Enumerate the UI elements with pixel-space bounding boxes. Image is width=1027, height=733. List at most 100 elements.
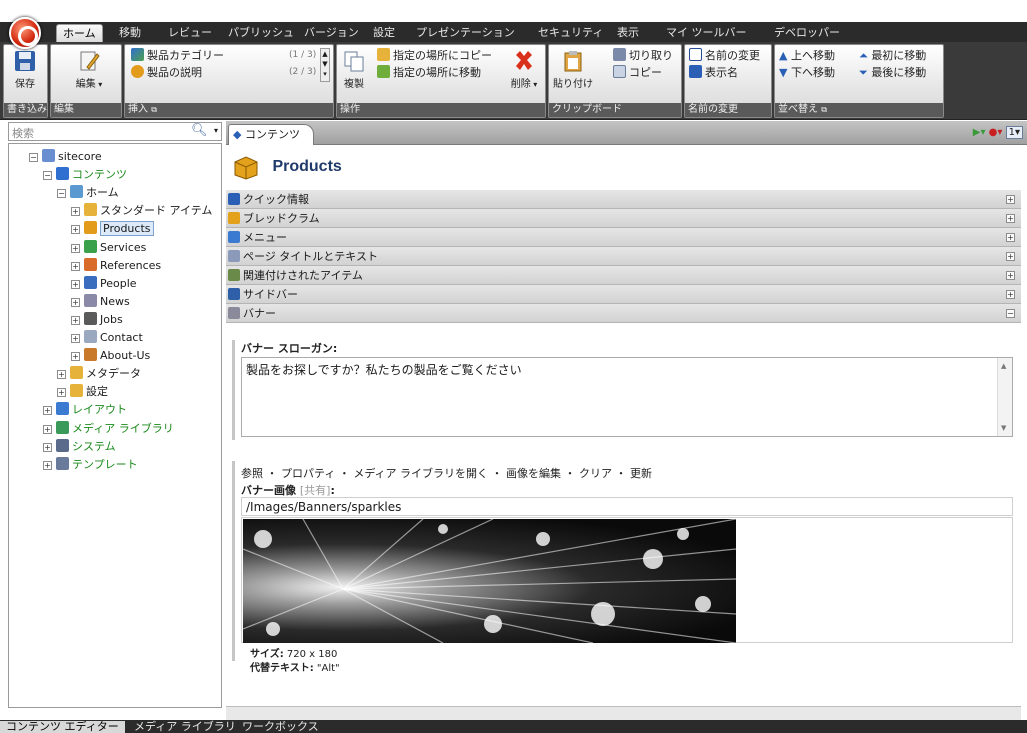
insert-product-category[interactable]: 製品カテゴリー <box>131 48 224 63</box>
tree-node-news[interactable]: + News <box>71 293 130 310</box>
edit-button[interactable]: 編集 ▾ <box>69 49 109 90</box>
tab-view[interactable]: 表示 <box>611 24 645 42</box>
copy-button[interactable]: コピー <box>613 65 662 80</box>
flag-icon[interactable]: ●▾ <box>989 127 1003 138</box>
insert-gallery-scroll[interactable]: ▲ ▼ ▾ <box>320 48 330 82</box>
section-label: バナー <box>243 307 276 320</box>
save-button[interactable]: 保存 <box>5 49 45 90</box>
tree-node-sitecore[interactable]: − sitecore <box>29 148 102 165</box>
tree-node-jobs[interactable]: + Jobs <box>71 311 123 328</box>
tab-navigate[interactable]: 移動 <box>113 24 147 42</box>
expand-icon[interactable]: + <box>1006 214 1015 223</box>
expand-icon[interactable]: + <box>1006 195 1015 204</box>
tree-node-standard-items[interactable]: + スタンダード アイテム <box>71 202 212 219</box>
expand-icon[interactable]: + <box>71 352 80 362</box>
collapse-icon[interactable]: − <box>57 189 66 199</box>
tab-content-editor[interactable]: コンテンツ エディター <box>0 721 125 733</box>
tree-node-layout[interactable]: + レイアウト <box>43 401 127 418</box>
expand-icon[interactable]: + <box>43 424 52 434</box>
section-quick-info[interactable]: クイック情報 + <box>226 190 1021 209</box>
home-icon <box>70 185 83 199</box>
content-horizontal-scrollbar[interactable] <box>226 706 1021 720</box>
expand-icon[interactable]: + <box>71 225 80 235</box>
section-page-title-text[interactable]: ページ タイトルとテキスト + <box>226 247 1021 266</box>
tab-media-library[interactable]: メディア ライブラリ <box>128 721 242 733</box>
tab-content[interactable]: ◆ コンテンツ <box>228 124 314 145</box>
expand-icon[interactable]: + <box>43 460 52 470</box>
section-banner[interactable]: バナー − <box>226 304 1021 323</box>
rename-button[interactable]: 名前の変更 <box>689 48 760 63</box>
expand-icon[interactable]: + <box>71 207 80 217</box>
banner-image-path[interactable]: /Images/Banners/sparkles <box>241 497 1013 516</box>
tree-node-products[interactable]: + Products <box>71 220 154 237</box>
delete-x-icon <box>516 51 532 70</box>
collapse-icon[interactable]: − <box>29 153 38 162</box>
tree-node-about-us[interactable]: + About-Us <box>71 347 150 364</box>
tree-node-people[interactable]: + People <box>71 275 137 292</box>
tree-node-system[interactable]: + システム <box>43 438 116 455</box>
expand-icon[interactable]: + <box>71 334 80 343</box>
cut-button[interactable]: 切り取り <box>613 48 673 63</box>
tab-developer[interactable]: デベロッパー <box>768 24 846 42</box>
section-menu[interactable]: メニュー + <box>226 228 1021 247</box>
expand-icon[interactable]: + <box>71 243 80 253</box>
tree-node-settings[interactable]: + 設定 <box>57 383 108 400</box>
tab-versions[interactable]: バージョン <box>298 24 365 42</box>
expand-icon[interactable]: + <box>43 406 52 416</box>
expand-icon[interactable]: + <box>71 315 80 325</box>
display-name-button[interactable]: 表示名 <box>689 65 738 80</box>
collapse-icon[interactable]: − <box>1006 309 1015 318</box>
search-input[interactable]: 検索 🔍︎ ▾ <box>8 122 222 141</box>
move-to-button[interactable]: 指定の場所に移動 <box>377 65 481 80</box>
expand-icon[interactable]: + <box>1006 290 1015 299</box>
expand-icon[interactable]: + <box>1006 233 1015 242</box>
tree-node-references[interactable]: + References <box>71 257 161 274</box>
expand-icon[interactable]: + <box>1006 271 1015 280</box>
tab-security[interactable]: セキュリティ <box>532 24 609 42</box>
tree-node-content[interactable]: − コンテンツ <box>43 166 127 183</box>
expand-icon[interactable]: + <box>71 297 80 307</box>
tab-workbox[interactable]: ワークボックス <box>236 721 325 733</box>
tree-node-contact[interactable]: + Contact <box>71 329 143 346</box>
application-orb-button[interactable] <box>9 17 41 49</box>
image-actions[interactable]: 参照 ・ プロパティ ・ メディア ライブラリを開く ・ 画像を編集 ・ クリア… <box>241 465 652 481</box>
search-dropdown-icon[interactable]: ▾ <box>214 126 218 135</box>
page-number-selector[interactable]: 1▾ <box>1005 126 1023 139</box>
section-breadcrumb[interactable]: ブレッドクラム + <box>226 209 1021 228</box>
tree-node-services[interactable]: + Services <box>71 239 146 256</box>
copy-to-button[interactable]: 指定の場所にコピー <box>377 48 492 63</box>
expand-icon[interactable]: + <box>43 442 52 452</box>
move-up-button[interactable]: ▲ 上へ移動 <box>779 48 835 63</box>
tree-node-templates[interactable]: + テンプレート <box>43 456 138 473</box>
expand-icon[interactable]: + <box>57 388 66 398</box>
tab-presentation[interactable]: プレゼンテーション <box>410 24 521 42</box>
navigate-icon[interactable]: ▶▾ <box>973 127 986 138</box>
tab-publish[interactable]: パブリッシュ <box>222 24 300 42</box>
tab-configure[interactable]: 設定 <box>367 24 401 42</box>
quick-info-icon <box>228 193 240 205</box>
move-down-button[interactable]: ▼ 下へ移動 <box>779 65 835 80</box>
expand-icon[interactable]: + <box>71 279 80 289</box>
tree-node-metadata[interactable]: + メタデータ <box>57 365 141 382</box>
paste-button[interactable]: 貼り付け <box>551 49 595 90</box>
tree-node-label: ホーム <box>86 186 119 200</box>
duplicate-button[interactable]: 複製 <box>337 49 371 90</box>
tab-my-toolbar[interactable]: マイ ツールバー <box>660 24 753 42</box>
insert-product-description[interactable]: 製品の説明 <box>131 65 202 80</box>
textarea-scrollbar[interactable]: ▲ ▼ <box>997 358 1012 436</box>
move-last-button[interactable]: ⏷ 最後に移動 <box>859 65 926 80</box>
banner-slogan-textarea[interactable]: 製品をお探しですか？私たちの製品をご覧ください ▲ ▼ <box>241 357 1013 437</box>
tab-review[interactable]: レビュー <box>162 24 218 42</box>
expand-icon[interactable]: + <box>1006 252 1015 261</box>
tab-home[interactable]: ホーム <box>56 24 103 42</box>
expand-icon[interactable]: + <box>57 370 66 380</box>
delete-button[interactable]: 削除 ▾ <box>505 49 543 90</box>
tree-node-home[interactable]: − ホーム <box>57 184 119 201</box>
section-related-items[interactable]: 関連付けされたアイテム + <box>226 266 1021 285</box>
search-icon[interactable]: 🔍︎ <box>191 124 208 138</box>
expand-icon[interactable]: + <box>71 261 80 271</box>
section-sidebar[interactable]: サイドバー + <box>226 285 1021 304</box>
collapse-icon[interactable]: − <box>43 171 52 181</box>
move-first-button[interactable]: ⏶ 最初に移動 <box>859 48 926 63</box>
tree-node-media-library[interactable]: + メディア ライブラリ <box>43 420 174 437</box>
